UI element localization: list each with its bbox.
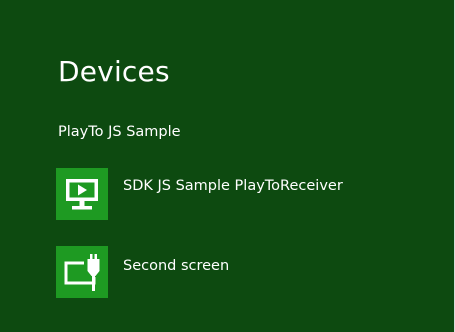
device-label: SDK JS Sample PlayToReceiver (123, 178, 343, 194)
device-tile (56, 168, 108, 220)
devices-charm-pane: Devices PlayTo JS Sample SDK JS Sample P… (0, 0, 455, 332)
pane-title: Devices (58, 55, 170, 88)
device-item-second-screen[interactable]: Second screen (54, 246, 394, 302)
second-screen-cable-icon (64, 254, 100, 291)
media-player-monitor-icon (66, 179, 98, 210)
device-tile (56, 246, 108, 298)
app-subtitle: PlayTo JS Sample (58, 124, 181, 140)
device-item-playto-receiver[interactable]: SDK JS Sample PlayToReceiver (54, 168, 394, 224)
device-label: Second screen (123, 258, 230, 274)
